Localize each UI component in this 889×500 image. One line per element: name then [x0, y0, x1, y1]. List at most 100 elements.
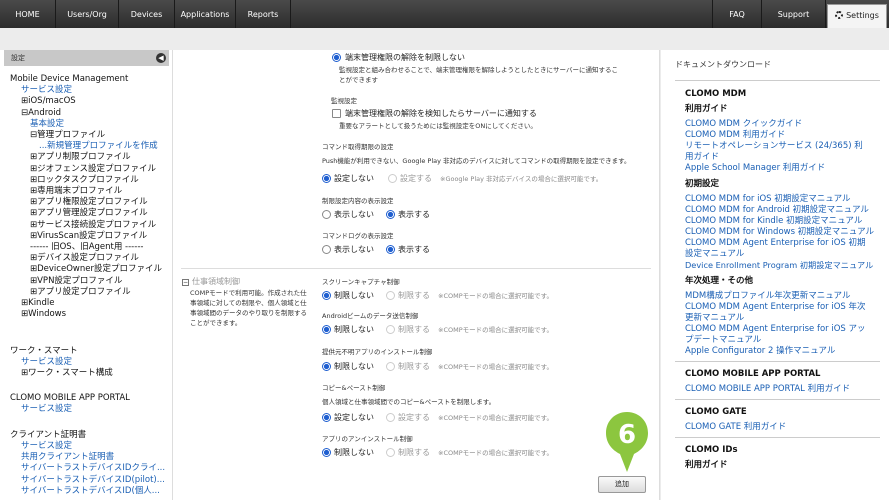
- copy-paste-off-label: 設定しない: [334, 413, 374, 422]
- sidebar-item-client-cert-service[interactable]: サービス設定: [21, 441, 72, 452]
- section-divider: [181, 268, 651, 269]
- sidebar-item-mdm-service[interactable]: サービス設定: [21, 85, 72, 96]
- sidebar-item-work-smart-service[interactable]: サービス設定: [21, 357, 72, 368]
- sidebar-item-shared-client-cert[interactable]: 共用クライアント証明書: [21, 452, 114, 463]
- collapse-arrow-icon[interactable]: ◀: [156, 53, 166, 63]
- sidebar-item-ios-macos[interactable]: ⊞iOS/macOS: [21, 96, 76, 107]
- doc-link[interactable]: Apple Configurator 2 操作マニュアル: [685, 346, 835, 357]
- nav-applications[interactable]: Applications: [175, 0, 236, 28]
- screenshot-restrict-label: 制限する: [398, 291, 430, 300]
- sidebar-item-vpn-profile[interactable]: ⊞VPN設定プロファイル: [30, 276, 122, 287]
- step-callout-number: 6: [618, 420, 636, 450]
- doc-link[interactable]: CLOMO GATE 利用ガイド: [685, 422, 786, 433]
- doc-link[interactable]: プデートマニュアル: [685, 335, 761, 346]
- nav-users-org[interactable]: Users/Org: [56, 0, 119, 28]
- nav-faq[interactable]: FAQ: [712, 0, 762, 28]
- sidebar-item-deviceowner-profile[interactable]: ⊞DeviceOwner設定プロファイル: [30, 264, 162, 275]
- doc-link[interactable]: 更新マニュアル: [685, 313, 744, 324]
- unknown-sources-restrict-radio[interactable]: [386, 362, 395, 371]
- doc-link[interactable]: Device Enrollment Program 初期設定マニュアル: [685, 260, 873, 271]
- sidebar-item-virusscan-profile[interactable]: ⊞VirusScan設定プロファイル: [30, 231, 147, 242]
- android-beam-no-restrict-radio[interactable]: [322, 325, 331, 334]
- sidebar-item-locktask-profile[interactable]: ⊞ロックタスクプロファイル: [30, 175, 139, 186]
- work-profile-description-4: ことができます。: [190, 319, 242, 327]
- doc-link[interactable]: CLOMO MDM 利用ガイド: [685, 130, 785, 141]
- sidebar-item-app-portal: CLOMO MOBILE APP PORTAL: [10, 393, 130, 403]
- sidebar-item-work-smart-config[interactable]: ⊞ワーク・スマート構成: [21, 368, 113, 379]
- sidebar-item-cybertrust-pilot[interactable]: サイバートラストデバイスID(pilot)...: [21, 475, 165, 486]
- copy-paste-description: 個人領域と仕事領域間でのコピー&ペーストを制限します。: [322, 398, 496, 406]
- android-beam-restrict-radio[interactable]: [386, 325, 395, 334]
- doc-link[interactable]: CLOMO MDM for Kindle 初期設定マニュアル: [685, 216, 862, 227]
- doc-link[interactable]: CLOMO MDM Agent Enterprise for iOS アッ: [685, 324, 866, 335]
- panel-divider: [675, 361, 880, 362]
- sidebar-item-app-restrict-profile[interactable]: ⊞アプリ制限プロファイル: [30, 152, 131, 163]
- doc-link[interactable]: CLOMO MDM for Windows 初期設定マニュアル: [685, 227, 874, 238]
- nav-devices[interactable]: Devices: [119, 0, 175, 28]
- doc-heading-initial-setup: 初期設定: [685, 179, 720, 189]
- nav-support[interactable]: Support: [762, 0, 826, 28]
- sidebar-item-dedicated-device-profile[interactable]: ⊞専用端末プロファイル: [30, 186, 122, 197]
- doc-link[interactable]: MDM構成プロファイル年次更新マニュアル: [685, 291, 850, 302]
- uninstall-restrict-radio[interactable]: [386, 448, 395, 457]
- doc-link[interactable]: CLOMO MDM Agent Enterprise for iOS 初期: [685, 238, 866, 249]
- sidebar-item-app-management-profile[interactable]: ⊞アプリ管理設定プロファイル: [30, 208, 148, 219]
- doc-link[interactable]: 設定マニュアル: [685, 249, 744, 260]
- uninstall-no-restrict-radio[interactable]: [322, 448, 331, 457]
- sidebar-item-basic-settings[interactable]: 基本設定: [30, 119, 64, 130]
- sidebar-item-new-profile[interactable]: ...新規管理プロファイルを作成: [39, 141, 158, 152]
- sidebar-item-cybertrust-personal[interactable]: サイバートラストデバイスID(個人...: [21, 486, 160, 497]
- screenshot-comp-note: ※COMPモードの場合に選択可能です。: [438, 292, 553, 300]
- nav-home[interactable]: HOME: [0, 0, 56, 28]
- doc-link[interactable]: CLOMO MDM クイックガイド: [685, 119, 802, 130]
- command-period-off-radio[interactable]: [322, 174, 331, 183]
- doc-link[interactable]: リモートオペレーションサービス (24/365) 利: [685, 141, 863, 152]
- command-log-show-radio[interactable]: [386, 245, 395, 254]
- notify-server-checkbox[interactable]: [332, 109, 341, 118]
- screenshot-control-label: スクリーンキャプチャ制御: [322, 278, 400, 286]
- nav-reports[interactable]: Reports: [236, 0, 291, 28]
- copy-paste-on-radio[interactable]: [386, 413, 395, 422]
- section-collapse-icon[interactable]: −: [182, 279, 189, 286]
- screenshot-restrict-radio[interactable]: [386, 291, 395, 300]
- restriction-display-hide-radio[interactable]: [322, 210, 331, 219]
- sidebar-item-windows[interactable]: ⊞Windows: [21, 309, 66, 320]
- sidebar-item-mdm: Mobile Device Management: [10, 74, 129, 84]
- sidebar-item-kindle[interactable]: ⊞Kindle: [21, 298, 54, 309]
- gear-icon: [835, 11, 844, 19]
- sidebar-item-app-permission-profile[interactable]: ⊞アプリ権限設定プロファイル: [30, 197, 148, 208]
- settings-sidebar: 設定 ◀ Mobile Device Management サービス設定 ⊞iO…: [0, 50, 172, 500]
- sidebar-item-management-profile[interactable]: ⊟管理プロファイル: [30, 130, 105, 141]
- restriction-display-show-radio[interactable]: [386, 210, 395, 219]
- doc-link[interactable]: Apple School Manager 利用ガイド: [685, 163, 825, 174]
- doc-link[interactable]: CLOMO MDM for iOS 初期設定マニュアル: [685, 194, 850, 205]
- uninstall-control-label: アプリのアンインストール制御: [322, 435, 413, 443]
- add-button[interactable]: 追加: [598, 476, 646, 493]
- command-log-hide-radio[interactable]: [322, 245, 331, 254]
- no-restrict-removal-radio[interactable]: [332, 53, 341, 62]
- doc-heading-ids-usage-guide: 利用ガイド: [685, 460, 728, 470]
- sidebar-item-service-connection-profile[interactable]: ⊞サービス接続設定プロファイル: [30, 220, 156, 231]
- nav-settings[interactable]: Settings: [827, 4, 887, 28]
- sidebar-item-app-portal-service[interactable]: サービス設定: [21, 404, 72, 415]
- copy-paste-control-label: コピー&ペースト制御: [322, 384, 386, 392]
- doc-link[interactable]: CLOMO MDM for Android 初期設定マニュアル: [685, 205, 869, 216]
- unknown-sources-restrict-label: 制限する: [398, 362, 430, 371]
- copy-paste-off-radio[interactable]: [322, 413, 331, 422]
- nav-settings-label: Settings: [846, 11, 879, 20]
- sidebar-item-android[interactable]: ⊟Android: [21, 108, 61, 119]
- screenshot-no-restrict-radio[interactable]: [322, 291, 331, 300]
- command-log-hide-label: 表示しない: [334, 245, 374, 254]
- doc-link[interactable]: CLOMO MOBILE APP PORTAL 利用ガイド: [685, 384, 850, 395]
- unknown-sources-no-restrict-radio[interactable]: [322, 362, 331, 371]
- sidebar-item-device-profile[interactable]: ⊞デバイス設定プロファイル: [30, 253, 139, 264]
- doc-heading-usage-guide: 利用ガイド: [685, 104, 728, 114]
- sidebar-item-cybertrust-client[interactable]: サイバートラストデバイスIDクライ...: [21, 463, 165, 474]
- doc-link[interactable]: CLOMO MDM Agent Enterprise for iOS 年次: [685, 302, 866, 313]
- sidebar-item-geofence-profile[interactable]: ⊞ジオフェンス設定プロファイル: [30, 164, 156, 175]
- command-period-on-radio[interactable]: [388, 174, 397, 183]
- doc-link[interactable]: 用ガイド: [685, 152, 719, 163]
- uninstall-no-restrict-label: 制限しない: [334, 448, 374, 457]
- command-period-on-label: 設定する: [400, 174, 432, 183]
- sidebar-item-app-settings-profile[interactable]: ⊞アプリ設定プロファイル: [30, 287, 131, 298]
